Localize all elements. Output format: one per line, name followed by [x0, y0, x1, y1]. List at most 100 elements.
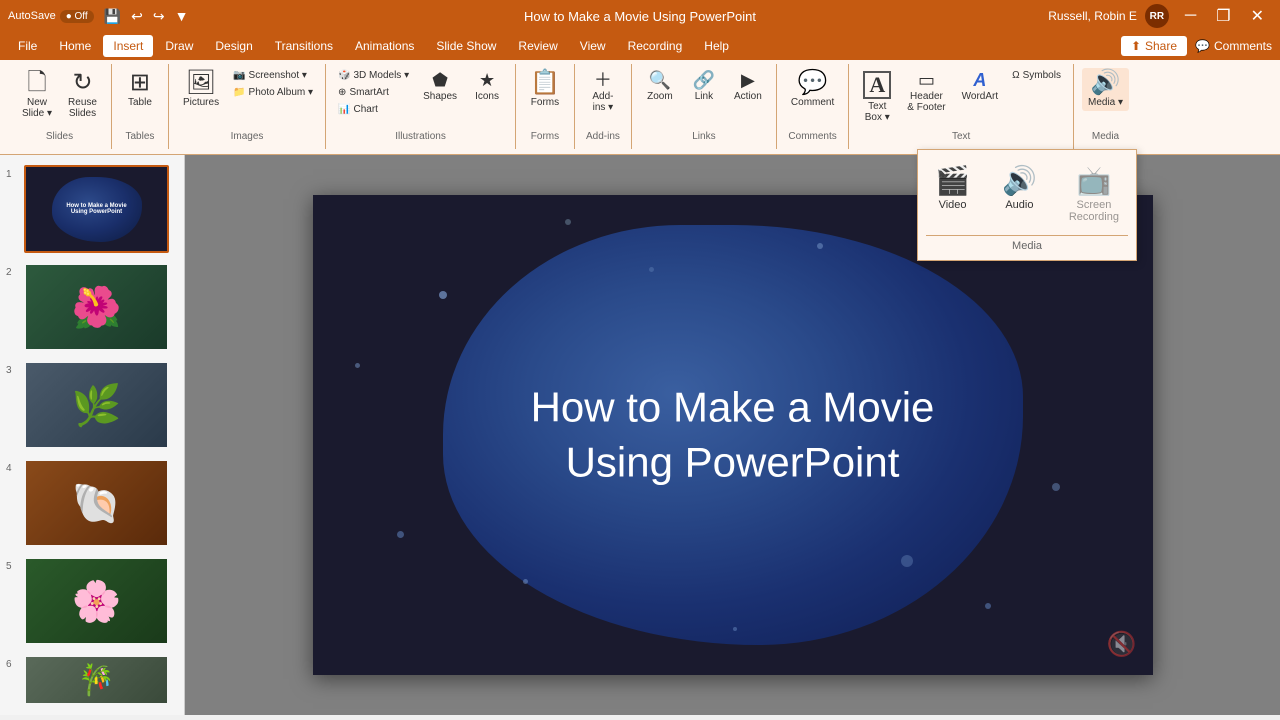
video-button[interactable]: 🎬 Video: [923, 158, 982, 229]
menu-design[interactable]: Design: [205, 35, 262, 57]
close-button[interactable]: ✕: [1243, 4, 1272, 28]
audio-icon: 🔊: [1002, 164, 1037, 197]
slide-thumb-2[interactable]: 2 🌺: [4, 261, 180, 353]
customize-button[interactable]: ▼: [171, 6, 193, 27]
chart-label: Chart: [354, 104, 378, 115]
forms-icon: 📋: [530, 71, 560, 95]
slide-num-3: 3: [6, 365, 18, 376]
slide-num-2: 2: [6, 267, 18, 278]
user-avatar[interactable]: RR: [1145, 4, 1169, 28]
slide-num-4: 4: [6, 463, 18, 474]
slide-image-1[interactable]: How to Make a MovieUsing PowerPoint: [24, 165, 169, 253]
wordart-icon: A: [973, 71, 986, 89]
menu-slideshow[interactable]: Slide Show: [426, 35, 506, 57]
slide-thumb-1[interactable]: 1 How to Make a MovieUsing PowerPoint: [4, 163, 180, 255]
audio-label: Audio: [1005, 199, 1033, 211]
comments-button[interactable]: 💬 Comments: [1195, 36, 1272, 56]
slide-image-3[interactable]: 🌿: [24, 361, 169, 449]
link-button[interactable]: 🔗 Link: [684, 68, 724, 105]
menu-view[interactable]: View: [570, 35, 616, 57]
autosave-label: AutoSave: [8, 10, 56, 22]
ribbon-group-forms: 📋 Forms Forms: [516, 64, 575, 149]
media-group-label: Media: [1074, 128, 1137, 145]
slide-thumb-3[interactable]: 3 🌿: [4, 359, 180, 451]
menu-transitions[interactable]: Transitions: [265, 35, 343, 57]
user-initials: RR: [1150, 11, 1164, 22]
3d-models-button[interactable]: 🎲 3D Models ▾: [334, 68, 413, 83]
smartart-icon: ⊕: [338, 87, 346, 98]
chart-icon: 📊: [338, 104, 350, 115]
addins-button[interactable]: ＋ Add-ins ▾: [583, 68, 623, 116]
slide-image-4[interactable]: 🐚: [24, 459, 169, 547]
screenshot-button[interactable]: 📷 Screenshot ▾: [229, 68, 317, 83]
menu-animations[interactable]: Animations: [345, 35, 424, 57]
photo-album-button[interactable]: 📁 Photo Album ▾: [229, 85, 317, 100]
slide-image-2[interactable]: 🌺: [24, 263, 169, 351]
reuse-slides-button[interactable]: ↻ ReuseSlides: [62, 68, 103, 122]
autosave-toggle[interactable]: ● Off: [60, 10, 94, 23]
shapes-icon: ⬟: [432, 71, 448, 89]
symbols-button[interactable]: Ω Symbols: [1008, 68, 1065, 83]
wordart-button[interactable]: A WordArt: [956, 68, 1005, 105]
audio-button[interactable]: 🔊 Audio: [990, 158, 1049, 229]
slide-thumb-6[interactable]: 6 🎋: [4, 653, 180, 707]
save-button[interactable]: 💾: [100, 6, 125, 27]
window-controls: ─ ❐ ✕: [1177, 4, 1272, 28]
menu-file[interactable]: File: [8, 35, 47, 57]
3d-models-label: 3D Models ▾: [354, 70, 410, 81]
user-name: Russell, Robin E: [1048, 9, 1137, 23]
menu-recording[interactable]: Recording: [618, 35, 693, 57]
slide-num-1: 1: [6, 169, 18, 180]
slide-title-line1: How to Make a Movie: [531, 383, 935, 430]
redo-button[interactable]: ↪: [149, 6, 169, 27]
screen-recording-button[interactable]: 📺 Screen Recording: [1057, 158, 1131, 229]
menu-draw[interactable]: Draw: [155, 35, 203, 57]
slide-thumb-5[interactable]: 5 🌸: [4, 555, 180, 647]
slide-title[interactable]: How to Make a Movie Using PowerPoint: [483, 380, 983, 489]
table-button[interactable]: ⊞ Table: [120, 68, 160, 111]
zoom-button[interactable]: 🔍 Zoom: [640, 68, 680, 105]
smartart-button[interactable]: ⊕ SmartArt: [334, 85, 413, 100]
3dmodels-col: 🎲 3D Models ▾ ⊕ SmartArt 📊 Chart: [334, 68, 413, 117]
icons-button[interactable]: ★ Icons: [467, 68, 507, 105]
pictures-button[interactable]: 🖼 Pictures: [177, 68, 225, 111]
header-footer-button[interactable]: ▭ Header& Footer: [901, 68, 951, 116]
speaker-icon[interactable]: 🔇: [1107, 630, 1137, 659]
title-bar-left: AutoSave ● Off 💾 ↩ ↪ ▼: [8, 6, 192, 27]
shapes-button[interactable]: ⬟ Shapes: [417, 68, 463, 105]
slide-title-line2: Using PowerPoint: [566, 438, 900, 485]
images-col: 📷 Screenshot ▾ 📁 Photo Album ▾: [229, 68, 317, 100]
slide-image-5[interactable]: 🌸: [24, 557, 169, 645]
comment-icon: 💬: [1195, 39, 1210, 53]
media-button[interactable]: 🔊 Media ▾: [1082, 68, 1129, 111]
slide1-title-text: How to Make a MovieUsing PowerPoint: [66, 203, 126, 215]
undo-button[interactable]: ↩: [127, 6, 147, 27]
menu-home[interactable]: Home: [49, 35, 101, 57]
slide-thumb-4[interactable]: 4 🐚: [4, 457, 180, 549]
minimize-button[interactable]: ─: [1177, 4, 1204, 28]
comment-button[interactable]: 💬 Comment: [785, 68, 840, 111]
action-button[interactable]: ▶ Action: [728, 68, 768, 105]
ribbon-group-comments: 💬 Comment Comments: [777, 64, 849, 149]
menu-review[interactable]: Review: [508, 35, 567, 57]
forms-button[interactable]: 📋 Forms: [524, 68, 566, 111]
new-slide-button[interactable]: 🗋 NewSlide ▾: [16, 68, 58, 122]
slide-image-6[interactable]: 🎋: [24, 655, 169, 705]
title-bar-right: Russell, Robin E RR ─ ❐ ✕: [1048, 4, 1272, 28]
zoom-label: Zoom: [647, 91, 673, 102]
slide-canvas[interactable]: How to Make a Movie Using PowerPoint 🔇: [313, 195, 1153, 675]
menu-help[interactable]: Help: [694, 35, 739, 57]
zoom-icon: 🔍: [649, 71, 671, 89]
link-icon: 🔗: [693, 71, 715, 89]
slide-panel[interactable]: 1 How to Make a MovieUsing PowerPoint 2 …: [0, 155, 185, 715]
window-title: How to Make a Movie Using PowerPoint: [524, 9, 756, 24]
restore-button[interactable]: ❐: [1208, 4, 1238, 28]
textbox-button[interactable]: A TextBox ▾: [857, 68, 897, 126]
screen-recording-icon: 📺: [1076, 164, 1111, 197]
action-icon: ▶: [741, 71, 755, 89]
menu-insert[interactable]: Insert: [103, 35, 153, 57]
media-dropdown-row: 🎬 Video 🔊 Audio 📺 Screen Recording: [923, 158, 1131, 229]
tables-group-label: Tables: [112, 128, 168, 145]
share-button[interactable]: ⬆ Share: [1121, 36, 1187, 56]
chart-button[interactable]: 📊 Chart: [334, 102, 413, 117]
